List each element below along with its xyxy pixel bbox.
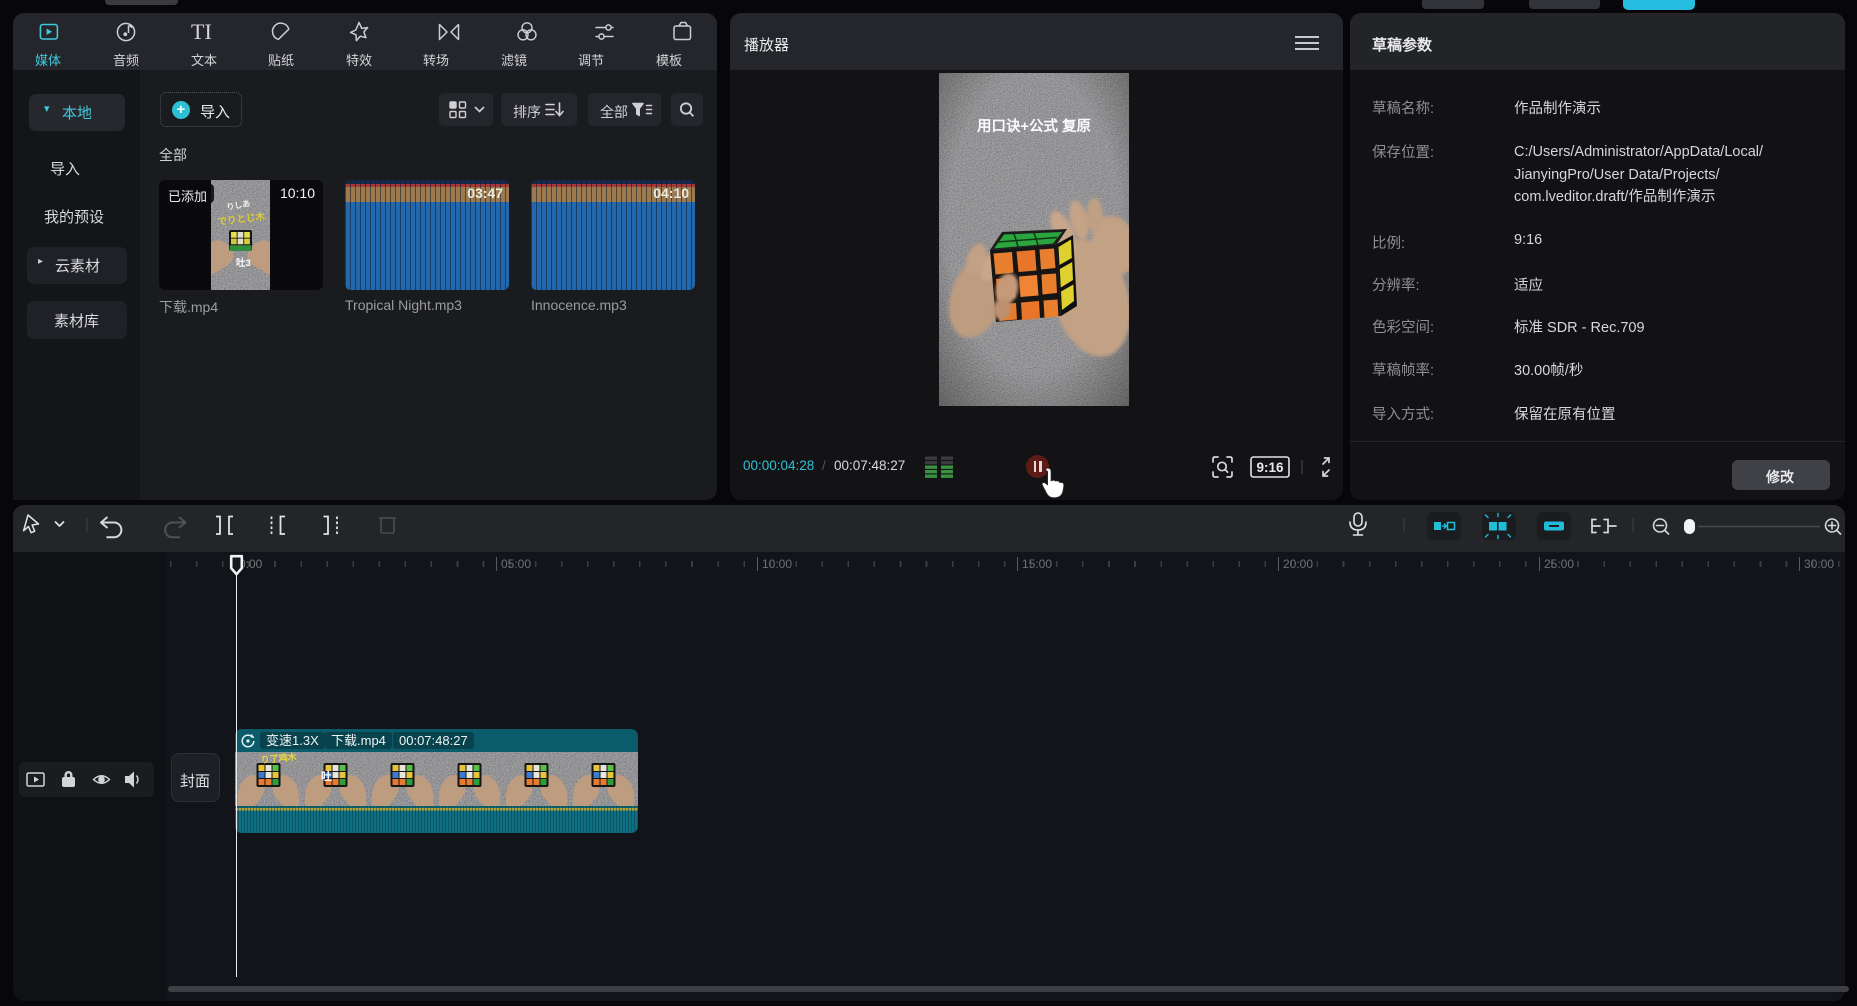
svg-text:吐3: 吐3 (236, 257, 251, 269)
svg-text:用口诀+公式 复原: 用口诀+公式 复原 (977, 117, 1091, 135)
svg-text:吐: 吐 (321, 769, 332, 783)
svg-text:9:16: 9:16 (1256, 460, 1284, 475)
svg-text:TI: TI (191, 19, 212, 44)
